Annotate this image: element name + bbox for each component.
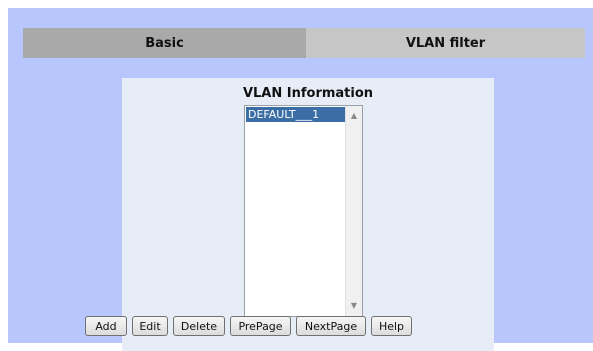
panel-title: VLAN Information: [242, 86, 374, 101]
tab-vlan-filter[interactable]: VLAN filter: [306, 28, 585, 58]
nextpage-button[interactable]: NextPage: [296, 316, 366, 336]
vertical-scrollbar[interactable]: ▲ ▼: [345, 106, 362, 316]
delete-button[interactable]: Delete: [173, 316, 225, 336]
vlan-information-panel: VLAN Information DEFAULT___1 ▲ ▼: [122, 78, 494, 351]
edit-button[interactable]: Edit: [132, 316, 168, 336]
main-frame: Basic VLAN filter VLAN Information DEFAU…: [8, 8, 593, 351]
list-item[interactable]: DEFAULT___1: [246, 107, 345, 122]
prepage-button[interactable]: PrePage: [230, 316, 291, 336]
down-arrow-icon[interactable]: ▼: [346, 301, 362, 311]
up-arrow-icon[interactable]: ▲: [346, 111, 362, 121]
help-button[interactable]: Help: [371, 316, 412, 336]
tab-basic[interactable]: Basic: [23, 28, 306, 58]
add-button[interactable]: Add: [85, 316, 127, 336]
vlan-listbox[interactable]: DEFAULT___1 ▲ ▼: [244, 105, 363, 317]
